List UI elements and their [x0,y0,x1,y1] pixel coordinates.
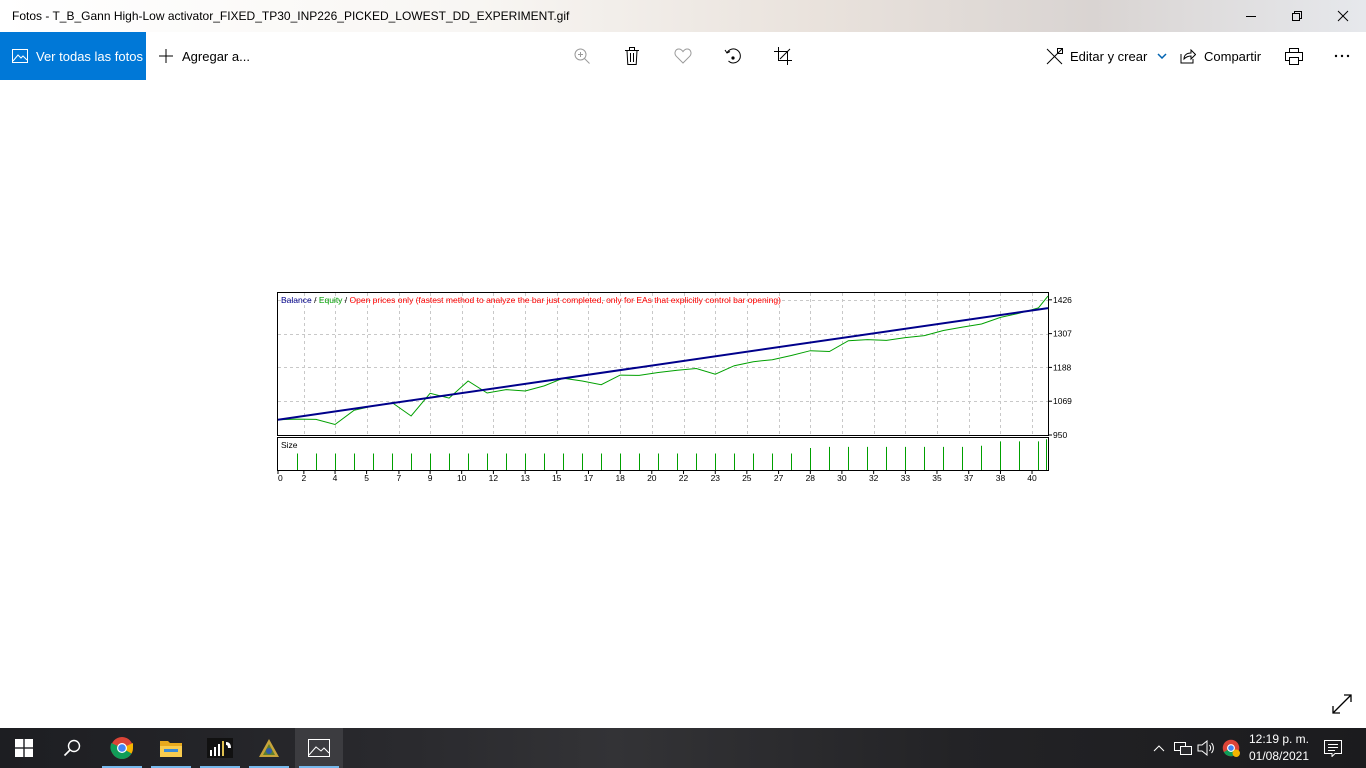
y-tick-label: 1426 [1053,295,1072,305]
file-explorer-icon [160,741,182,757]
size-label: Size [281,440,298,450]
network-button[interactable] [1172,728,1194,768]
expand-icon [1332,694,1352,714]
metatrader-icon [207,738,233,758]
start-button[interactable] [0,728,48,768]
x-tick-label: 0 [278,473,283,483]
x-tick-label: 27 [774,473,784,483]
y-tick-label: 1069 [1053,396,1072,406]
x-tick-label: 15 [552,473,562,483]
taskbar-app[interactable] [245,728,293,768]
chart-legend: Balance / Equity / Open prices only (fas… [281,295,781,305]
legend-balance: Balance [281,295,312,305]
volume-button[interactable] [1195,728,1217,768]
taskbar-file-explorer[interactable] [147,728,195,768]
x-tick-label: 22 [679,473,689,483]
taskbar: 12:19 p. m. 01/08/2021 [0,728,1366,768]
x-tick-label: 2 [302,473,307,483]
speaker-icon [1197,740,1214,756]
legend-description: Open prices only (fastest method to anal… [350,295,782,305]
chrome-notification-icon [1222,739,1240,757]
size-plot-frame [277,437,1049,471]
x-tick-label: 9 [428,473,433,483]
x-axis-ticks: 0 2 4 5 7 9 10 12 13 15 17 18 20 22 23 25 27 28 30 32 33 35 37… [277,471,1037,483]
x-tick-label: 32 [869,473,879,483]
x-tick-label: 17 [584,473,594,483]
show-hidden-icons-button[interactable] [1148,728,1170,768]
x-tick-label: 5 [364,473,369,483]
taskbar-metatrader[interactable] [196,728,244,768]
photos-icon [308,739,330,757]
y-tick-label: 1188 [1053,362,1072,372]
x-tick-label: 18 [615,473,625,483]
legend-equity: Equity [319,295,343,305]
x-tick-label: 25 [742,473,752,483]
x-tick-label: 10 [457,473,467,483]
search-button[interactable] [48,728,96,768]
search-icon [63,739,81,757]
x-tick-label: 35 [932,473,942,483]
x-tick-label: 30 [837,473,847,483]
y-tick-label: 1307 [1053,329,1072,339]
x-tick-label: 37 [964,473,974,483]
taskbar-chrome[interactable] [98,728,146,768]
chevron-up-icon [1153,744,1165,751]
clock-time: 12:19 p. m. [1248,732,1310,746]
strategy-tester-chart: Balance / Equity / Open prices only (fas… [277,292,1072,483]
chrome-icon [110,737,133,759]
app-icon [259,739,279,757]
notifications-icon [1324,739,1342,757]
fullscreen-button[interactable] [1330,692,1354,716]
x-tick-label: 40 [1027,473,1037,483]
taskbar-photos[interactable] [295,728,343,768]
x-tick-label: 7 [397,473,402,483]
x-tick-label: 4 [333,473,338,483]
x-tick-label: 20 [647,473,657,483]
y-axis-ticks: 1426 1307 1188 1069 950 [1048,295,1072,440]
x-tick-label: 28 [806,473,816,483]
clock[interactable]: 12:19 p. m. 01/08/2021 [1240,731,1318,765]
action-center-button[interactable] [1318,728,1348,768]
x-tick-label: 13 [520,473,530,483]
start-icon [15,739,33,757]
clock-date: 01/08/2021 [1248,749,1310,763]
x-tick-label: 38 [996,473,1006,483]
y-tick-label: 950 [1053,430,1067,440]
legend-sep-2: / [342,295,349,305]
network-icon [1174,742,1192,755]
legend-sep-1: / [312,295,319,305]
x-tick-label: 12 [489,473,499,483]
x-tick-label: 23 [711,473,721,483]
x-tick-label: 33 [901,473,911,483]
